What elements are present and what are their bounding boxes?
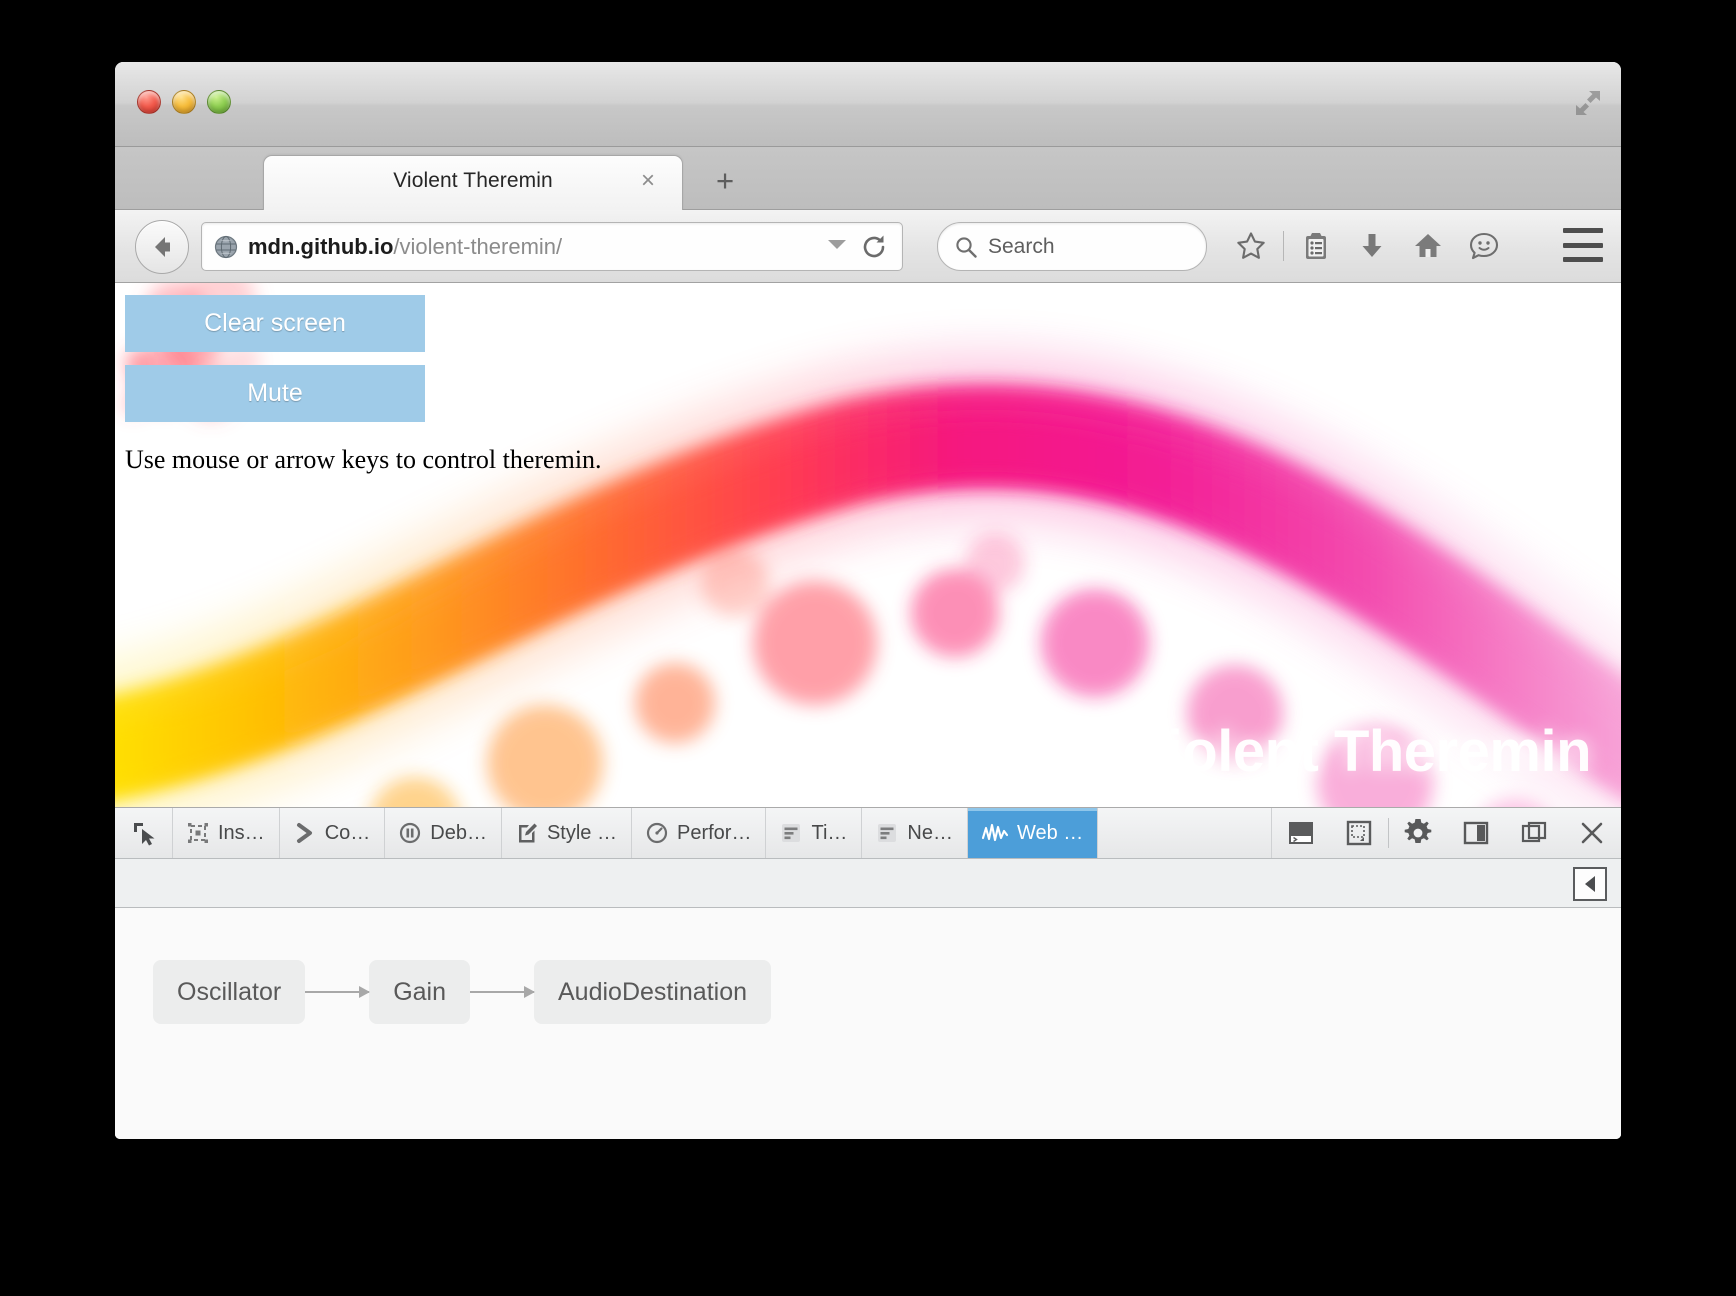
search-placeholder: Search [988,234,1055,258]
tab-title: Violent Theremin [393,169,553,192]
tab-label: Ins… [218,821,265,844]
dock-window-icon[interactable] [1505,808,1563,858]
tab-inspector[interactable]: Ins… [173,808,280,858]
settings-gear-icon[interactable] [1389,808,1447,858]
screenshot-root: Violent Theremin × + mdn.github.io/viole… [0,0,1736,1296]
zoom-window-button[interactable] [207,90,231,114]
close-devtools-icon[interactable] [1563,808,1621,858]
split-console-icon[interactable] [1272,808,1330,858]
element-picker-icon[interactable] [115,808,173,858]
home-icon[interactable] [1400,224,1456,268]
resize-grip-icon[interactable] [1575,90,1601,116]
graph-edge [470,986,535,998]
tab-performance[interactable]: Perfor… [632,808,767,858]
tab-close-icon[interactable]: × [636,169,660,194]
browser-window: Violent Theremin × + mdn.github.io/viole… [115,62,1621,1139]
network-icon [878,824,897,842]
web-audio-subtoolbar [115,859,1621,908]
dock-side-icon[interactable] [1447,808,1505,858]
tab-timeline[interactable]: Ti… [766,808,863,858]
navigation-toolbar: mdn.github.io/violent-theremin/ Search [115,210,1621,283]
url-dropdown-arrow-icon[interactable] [828,240,846,249]
search-icon [954,235,978,259]
tab-debugger[interactable]: Deb… [385,808,502,858]
devtools-toolbar-actions [1272,808,1621,858]
audio-node-destination[interactable]: AudioDestination [534,960,772,1024]
audio-node-gain[interactable]: Gain [369,960,470,1024]
page-viewport: Clear screen Mute Use mouse or arrow key… [115,283,1621,807]
responsive-design-icon[interactable] [1330,808,1388,858]
url-host: mdn.github.io [248,233,394,259]
style-editor-icon [518,823,537,843]
url-text: mdn.github.io/violent-theremin/ [248,234,562,260]
tab-network[interactable]: Ne… [862,808,968,858]
window-titlebar [115,62,1621,147]
collapse-sidebar-button[interactable] [1573,867,1607,901]
console-icon [296,823,312,843]
new-tab-button[interactable]: + [710,165,740,197]
tab-label: Co… [324,821,371,844]
tab-label: Deb… [430,821,487,844]
traffic-lights [137,90,231,114]
clear-screen-button[interactable]: Clear screen [125,295,425,352]
instructions-text: Use mouse or arrow keys to control there… [125,445,602,474]
tab-style-editor[interactable]: Style … [502,808,632,858]
tab-web-audio[interactable]: Web … [967,808,1099,858]
tab-label: Perfor… [677,821,752,844]
toolbar-icon-group [1223,224,1512,268]
bookmark-star-icon[interactable] [1223,224,1279,268]
tab-label: Style … [546,821,617,844]
url-path: /violent-theremin/ [393,233,563,259]
back-button[interactable] [135,220,189,274]
feedback-smiley-icon[interactable] [1456,224,1512,268]
tab-label: Ti… [811,821,848,844]
page-watermark: Violent Theremin [1129,719,1592,784]
web-audio-graph: Oscillator Gain AudioDestination [153,960,772,1024]
mute-button[interactable]: Mute [125,365,425,422]
devtools-panel: Ins… Co… Deb… Style … Perfor… Ti… Ne… We… [115,807,1621,1139]
menu-hamburger-icon[interactable] [1563,228,1603,262]
globe-icon [214,235,238,259]
close-window-button[interactable] [137,90,161,114]
timeline-icon [782,824,801,842]
devtools-toolbar: Ins… Co… Deb… Style … Perfor… Ti… Ne… We… [115,808,1621,859]
toolbar-spacer [1098,808,1272,858]
tab-label: Ne… [907,821,953,844]
downloads-icon[interactable] [1344,224,1400,268]
tab-label: Web … [1016,821,1084,844]
web-audio-graph-pane: Oscillator Gain AudioDestination [115,908,1621,1139]
performance-icon [646,822,668,844]
reload-icon[interactable] [860,233,888,261]
toolbar-divider [1283,231,1284,261]
tab-console[interactable]: Co… [280,808,386,858]
arrow-left-icon [155,237,170,257]
minimize-window-button[interactable] [172,90,196,114]
reading-list-icon[interactable] [1288,224,1344,268]
debugger-icon [400,822,421,844]
tab-strip: Violent Theremin × + [115,147,1621,210]
browser-tab[interactable]: Violent Theremin × [263,155,683,210]
address-bar[interactable]: mdn.github.io/violent-theremin/ [201,222,903,271]
graph-edge [305,986,371,998]
web-audio-icon [981,823,1008,842]
inspector-icon [188,823,208,843]
audio-node-oscillator[interactable]: Oscillator [153,960,306,1024]
search-bar[interactable]: Search [937,222,1207,271]
